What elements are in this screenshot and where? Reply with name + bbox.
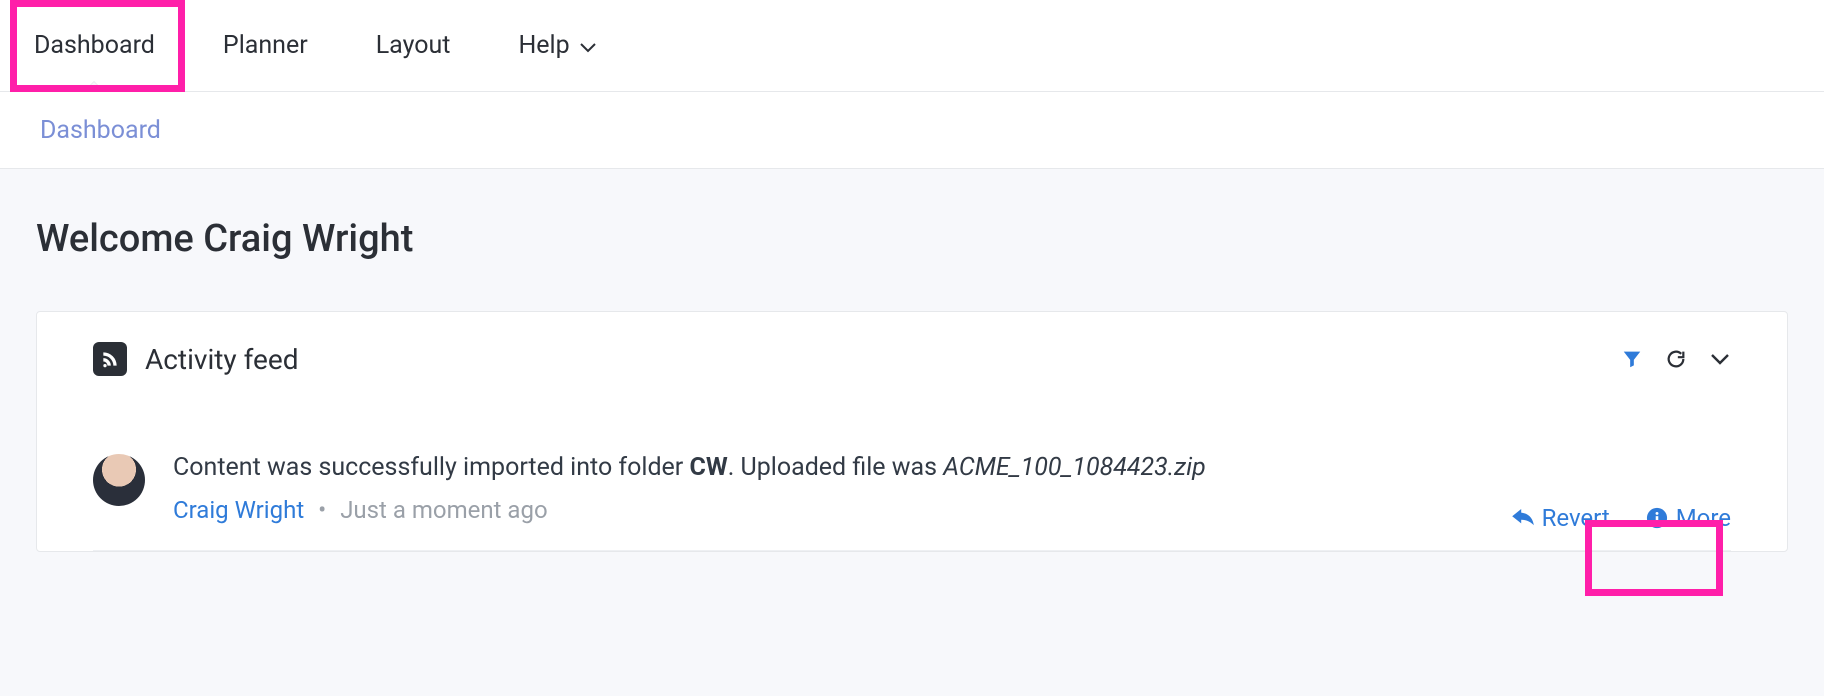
refresh-icon[interactable] xyxy=(1665,348,1687,370)
tab-label: Planner xyxy=(223,31,308,60)
chevron-down-icon[interactable] xyxy=(1709,348,1731,370)
tab-layout[interactable]: Layout xyxy=(342,0,485,91)
tab-label: Dashboard xyxy=(34,31,155,60)
activity-feed-card: Activity feed Content was successfully i xyxy=(36,311,1788,552)
breadcrumb[interactable]: Dashboard xyxy=(40,116,161,145)
main-content: Welcome Craig Wright Activity feed xyxy=(0,169,1824,696)
activity-item-actions: Revert More xyxy=(1512,504,1731,532)
filter-icon[interactable] xyxy=(1621,348,1643,370)
msg-prefix: Content was successfully imported into f… xyxy=(173,453,689,482)
msg-mid: . Uploaded file was xyxy=(728,453,944,482)
tab-planner[interactable]: Planner xyxy=(189,0,342,91)
activity-body: Content was successfully imported into f… xyxy=(173,450,1206,524)
reply-icon xyxy=(1512,509,1534,527)
activity-time: Just a moment ago xyxy=(340,496,547,524)
activity-author[interactable]: Craig Wright xyxy=(173,496,304,524)
breadcrumb-bar: Dashboard xyxy=(0,92,1824,169)
activity-feed-item: Content was successfully imported into f… xyxy=(93,450,1731,551)
activity-meta: Craig Wright • Just a moment ago xyxy=(173,496,1206,524)
revert-label: Revert xyxy=(1542,504,1610,532)
top-nav: Dashboard Planner Layout Help xyxy=(0,0,1824,92)
card-header: Activity feed xyxy=(93,342,1731,376)
meta-separator: • xyxy=(318,496,326,524)
tab-dashboard[interactable]: Dashboard xyxy=(0,0,189,91)
info-icon xyxy=(1646,507,1668,529)
activity-feed-list: Content was successfully imported into f… xyxy=(93,450,1731,551)
tab-label: Help xyxy=(518,31,569,60)
activity-message: Content was successfully imported into f… xyxy=(173,450,1206,486)
chevron-down-icon xyxy=(580,31,596,60)
card-title: Activity feed xyxy=(145,343,1621,376)
tab-help[interactable]: Help xyxy=(484,0,629,91)
revert-button[interactable]: Revert xyxy=(1512,504,1610,532)
more-label: More xyxy=(1676,504,1731,532)
msg-folder: CW xyxy=(689,453,727,482)
card-actions xyxy=(1621,348,1731,370)
more-button[interactable]: More xyxy=(1646,504,1731,532)
msg-filename: ACME_100_1084423.zip xyxy=(943,453,1205,482)
tab-label: Layout xyxy=(376,31,451,60)
avatar xyxy=(93,454,145,506)
rss-icon xyxy=(93,342,127,376)
page-title: Welcome Craig Wright xyxy=(36,217,1788,261)
